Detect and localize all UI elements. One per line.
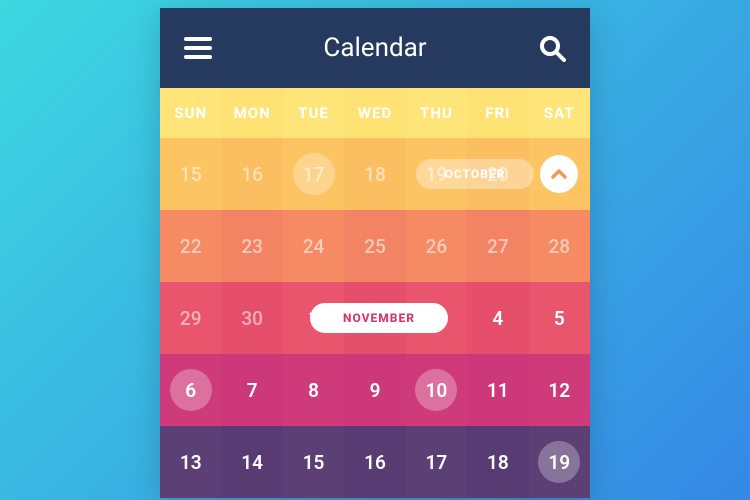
- day-cell[interactable]: 16: [344, 426, 405, 498]
- search-icon[interactable]: [536, 32, 568, 64]
- menu-icon[interactable]: [182, 32, 214, 64]
- day-cell[interactable]: 24: [283, 210, 344, 282]
- day-cell[interactable]: 5: [529, 282, 590, 354]
- day-cell[interactable]: 7: [221, 354, 282, 426]
- calendar-row: 22 23 24 25 26 27 28: [160, 210, 590, 282]
- day-cell[interactable]: 29: [160, 282, 221, 354]
- calendar-row: 15 16 17 18 19 20 21 OCTOBER: [160, 138, 590, 210]
- day-cell[interactable]: 11: [467, 354, 528, 426]
- page-title: Calendar: [323, 33, 426, 63]
- day-cell[interactable]: 27: [467, 210, 528, 282]
- calendar-header: Calendar: [160, 8, 590, 88]
- day-cell[interactable]: 16: [221, 138, 282, 210]
- weekday-label: WED: [344, 88, 405, 138]
- day-cell[interactable]: 10: [406, 354, 467, 426]
- weekday-label: FRI: [467, 88, 528, 138]
- day-cell[interactable]: 8: [283, 354, 344, 426]
- weekday-label: SUN: [160, 88, 221, 138]
- weekday-label: SAT: [529, 88, 590, 138]
- day-cell[interactable]: 19: [529, 426, 590, 498]
- day-cell[interactable]: 17: [406, 426, 467, 498]
- calendar-row: 29 30 1 2 3 4 5 NOVEMBER: [160, 282, 590, 354]
- day-cell[interactable]: 18: [467, 426, 528, 498]
- day-cell[interactable]: 15: [283, 426, 344, 498]
- day-cell[interactable]: 14: [221, 426, 282, 498]
- scroll-up-button[interactable]: [540, 155, 578, 193]
- day-cell[interactable]: 9: [344, 354, 405, 426]
- calendar-row: 13 14 15 16 17 18 19: [160, 426, 590, 498]
- month-label-current: NOVEMBER: [310, 303, 448, 333]
- day-cell[interactable]: 13: [160, 426, 221, 498]
- day-cell[interactable]: 23: [221, 210, 282, 282]
- day-cell[interactable]: 18: [344, 138, 405, 210]
- day-cell[interactable]: 26: [406, 210, 467, 282]
- day-cell[interactable]: 17: [283, 138, 344, 210]
- chevron-up-icon: [550, 165, 568, 183]
- weekday-label: THU: [406, 88, 467, 138]
- day-cell[interactable]: 30: [221, 282, 282, 354]
- day-cell[interactable]: 28: [529, 210, 590, 282]
- calendar-widget: Calendar SUN MON TUE WED THU FRI SAT 15 …: [160, 8, 590, 498]
- day-cell[interactable]: 25: [344, 210, 405, 282]
- day-cell[interactable]: 12: [529, 354, 590, 426]
- day-cell[interactable]: 6: [160, 354, 221, 426]
- weekday-label: MON: [221, 88, 282, 138]
- month-label-prev: OCTOBER: [416, 159, 534, 189]
- day-cell[interactable]: 4: [467, 282, 528, 354]
- day-cell[interactable]: 22: [160, 210, 221, 282]
- weekday-header: SUN MON TUE WED THU FRI SAT: [160, 88, 590, 138]
- day-cell[interactable]: 15: [160, 138, 221, 210]
- calendar-row: 6 7 8 9 10 11 12: [160, 354, 590, 426]
- weekday-label: TUE: [283, 88, 344, 138]
